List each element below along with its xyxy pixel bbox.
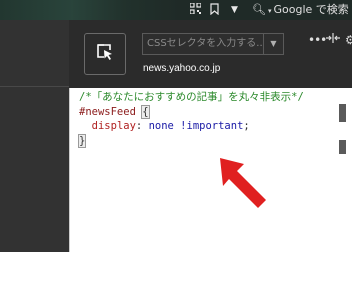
chevron-down-icon: ▼: [270, 39, 277, 48]
code-semicolon: ;: [243, 120, 250, 132]
search-box[interactable]: 🔍︎ ▾ Google で検索: [252, 1, 352, 19]
scrollbar-marker: [339, 140, 346, 154]
editor-scrollbar[interactable]: [339, 104, 346, 252]
extension-popup-header: CSSセレクタを入力する... ▼ news.yahoo.co.jp ••• ⚙: [69, 20, 352, 88]
chevron-down-icon: ▾: [267, 7, 272, 15]
page-background: [0, 20, 69, 252]
browser-toolbar: ▼ 🔍︎ ▾ Google で検索: [0, 0, 352, 20]
css-selector-dropdown[interactable]: ▼: [263, 33, 284, 55]
code-value: none !important: [148, 120, 244, 132]
more-icon[interactable]: •••: [308, 33, 327, 47]
qr-code-icon[interactable]: [189, 2, 202, 18]
code-property: display: [91, 120, 136, 132]
page-divider: [0, 86, 69, 87]
code-comment: /*「あなたにおすすめの記事」を丸々非表示*/: [79, 91, 304, 103]
dropdown-icon[interactable]: ▼: [231, 3, 238, 17]
code-content[interactable]: /*「あなたにおすすめの記事」を丸々非表示*/ #newsFeed { disp…: [77, 90, 304, 148]
code-colon: :: [135, 120, 143, 132]
css-selector-input[interactable]: CSSセレクタを入力する...: [142, 33, 264, 55]
css-selector-placeholder: CSSセレクタを入力する...: [147, 38, 264, 49]
resize-icon[interactable]: [326, 33, 340, 47]
code-selector: #newsFeed: [79, 105, 136, 118]
bookmark-icon[interactable]: [210, 3, 219, 19]
scrollbar-thumb[interactable]: [339, 104, 346, 122]
text-cursor: [85, 133, 87, 145]
domain-label: news.yahoo.co.jp: [143, 63, 221, 74]
search-icon: 🔍︎: [252, 3, 266, 16]
search-placeholder: Google で検索: [273, 3, 349, 16]
toolbar-background: [0, 0, 180, 20]
red-arrow-annotation: [220, 158, 266, 208]
element-picker-button[interactable]: [84, 33, 126, 75]
code-open-brace: {: [141, 104, 150, 119]
settings-icon[interactable]: ⚙: [345, 33, 352, 47]
element-picker-icon: [95, 42, 115, 66]
